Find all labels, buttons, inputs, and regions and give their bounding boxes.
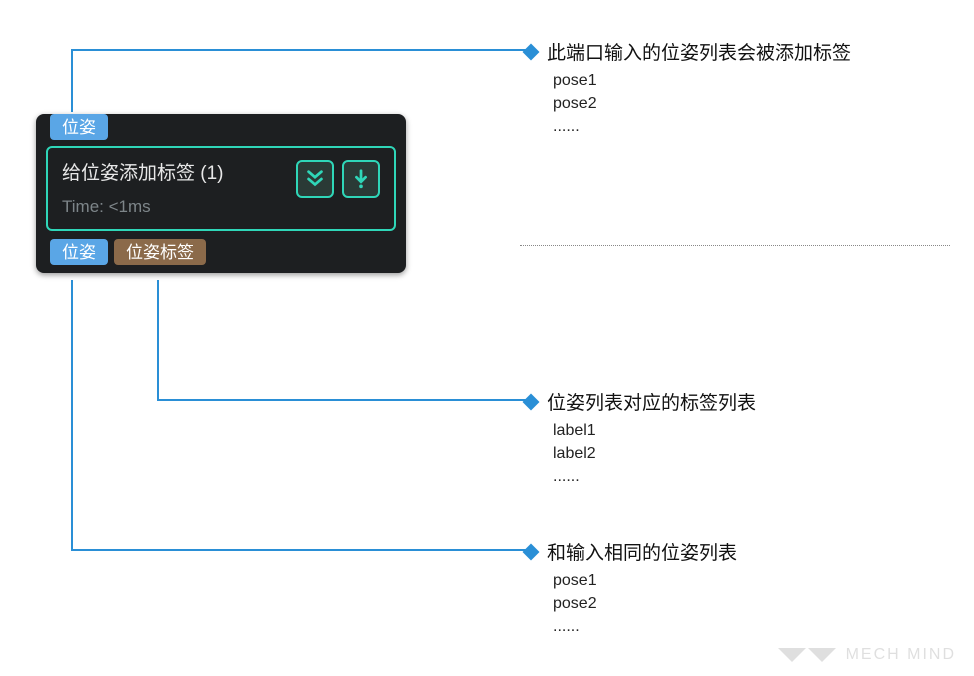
annotation-output-pose-example: pose1 pose2 ...... — [525, 569, 737, 639]
node-title: 给位姿添加标签 (1) — [62, 158, 224, 185]
annotation-input-example: pose1 pose2 ...... — [525, 69, 851, 139]
step-node: 位姿 给位姿添加标签 (1) Time: <1ms 位姿 位姿标签 — [36, 114, 406, 273]
bullet-diamond-icon — [523, 543, 540, 560]
down-dot-icon[interactable] — [342, 160, 380, 198]
input-port-pose[interactable]: 位姿 — [50, 114, 108, 140]
section-divider — [520, 245, 950, 246]
annotation-input: 此端口输入的位姿列表会被添加标签 pose1 pose2 ...... — [525, 38, 851, 139]
output-port-label[interactable]: 位姿标签 — [114, 239, 206, 265]
watermark-logo-icon — [778, 648, 836, 662]
annotation-output-pose: 和输入相同的位姿列表 pose1 pose2 ...... — [525, 538, 737, 639]
watermark: MECH MIND — [778, 646, 956, 664]
annotation-output-label-title: 位姿列表对应的标签列表 — [547, 388, 756, 415]
annotation-output-label-example: label1 label2 ...... — [525, 419, 756, 489]
annotation-input-title: 此端口输入的位姿列表会被添加标签 — [547, 38, 851, 65]
node-time: Time: <1ms — [62, 197, 224, 217]
annotation-output-pose-title: 和输入相同的位姿列表 — [547, 538, 737, 565]
double-down-icon[interactable] — [296, 160, 334, 198]
node-body[interactable]: 给位姿添加标签 (1) Time: <1ms — [46, 146, 396, 231]
watermark-text: MECH MIND — [846, 646, 956, 664]
bullet-diamond-icon — [523, 43, 540, 60]
output-port-pose[interactable]: 位姿 — [50, 239, 108, 265]
bullet-diamond-icon — [523, 393, 540, 410]
annotation-output-label: 位姿列表对应的标签列表 label1 label2 ...... — [525, 388, 756, 489]
